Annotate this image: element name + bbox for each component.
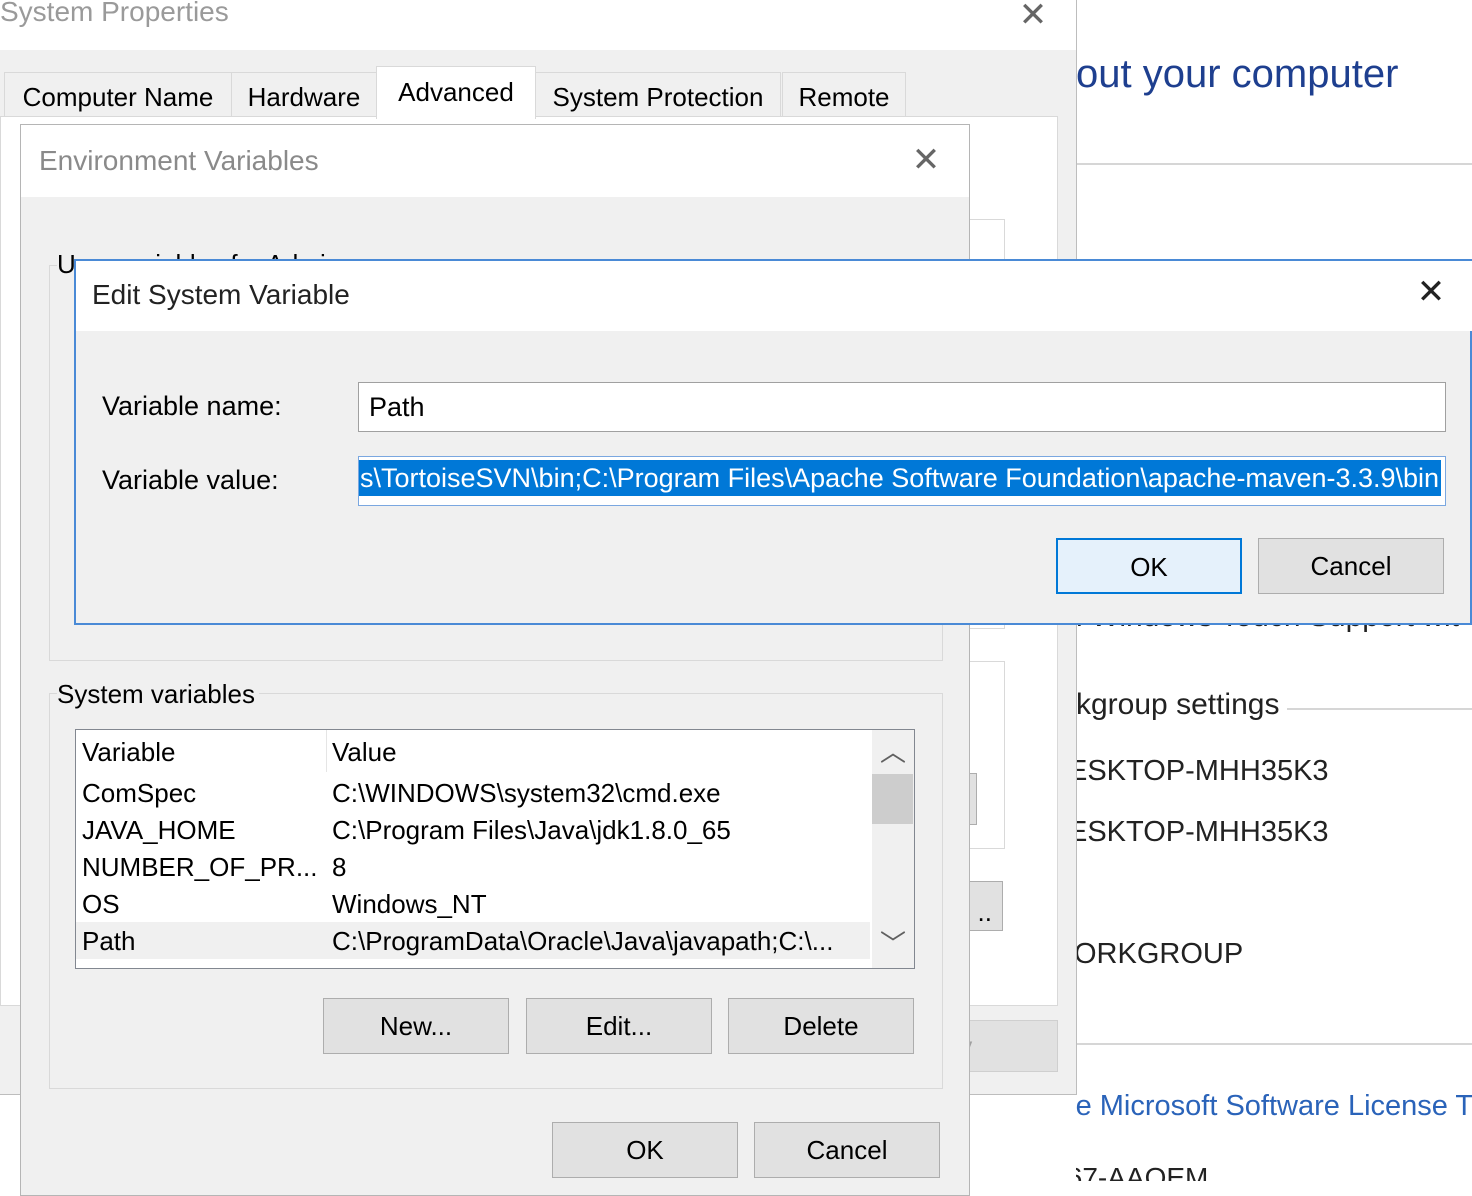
selected-value-text: s\TortoiseSVN\bin;C:\Program Files\Apach…: [359, 460, 1442, 496]
vertical-scrollbar[interactable]: ︿ ﹀: [872, 730, 914, 968]
variable-name-label: Variable name:: [102, 391, 282, 421]
product-id-value: 004-04867-AAOEM: [1076, 1162, 1209, 1181]
workgroup-value: ORKGROUP: [1076, 938, 1244, 970]
title-bar: System Properties ✕: [0, 0, 1076, 50]
dialog-title: Edit System Variable: [92, 279, 350, 310]
variable-value-field[interactable]: s\TortoiseSVN\bin;C:\Program Files\Apach…: [358, 456, 1446, 506]
table-row[interactable]: NUMBER_OF_PR... 8: [76, 848, 870, 885]
scroll-thumb[interactable]: [872, 774, 913, 824]
edit-system-variable-dialog: Edit System Variable ✕ Variable name: Va…: [74, 259, 1472, 625]
license-terms-link[interactable]: Read the Microsoft Software License T: [1076, 1090, 1472, 1123]
variable-name-cell: JAVA_HOME: [82, 815, 236, 845]
scroll-up-icon[interactable]: ︿: [872, 734, 914, 770]
divider: [1076, 163, 1472, 165]
table-row-selected[interactable]: Path C:\ProgramData\Oracle\Java\javapath…: [76, 922, 870, 959]
variable-name-cell: OS: [82, 889, 120, 919]
variable-name-cell: NUMBER_OF_PR...: [82, 852, 318, 882]
cancel-button[interactable]: Cancel: [1258, 538, 1444, 594]
variable-value-cell: 8: [332, 852, 347, 882]
close-icon[interactable]: ✕: [909, 143, 943, 179]
window-title: System Properties: [0, 0, 229, 27]
scroll-down-icon[interactable]: ﹀: [872, 926, 914, 962]
edit-variable-button[interactable]: Edit...: [526, 998, 712, 1054]
table-row[interactable]: ComSpec C:\WINDOWS\system32\cmd.exe: [76, 774, 870, 811]
divider: [1076, 1043, 1472, 1045]
cancel-button[interactable]: Cancel: [754, 1122, 940, 1178]
tab-computer-name[interactable]: Computer Name: [4, 72, 232, 117]
variable-value-cell: Windows_NT: [332, 889, 487, 919]
computer-name-value: ESKTOP-MHH35K3: [1076, 755, 1329, 787]
ok-button[interactable]: OK: [552, 1122, 738, 1178]
variable-name-cell: Path: [82, 926, 136, 956]
title-bar: Edit System Variable ✕: [76, 261, 1472, 331]
variable-value-cell: C:\Program Files\Java\jdk1.8.0_65: [332, 815, 731, 845]
system-variables-list[interactable]: Variable Value ComSpec C:\WINDOWS\system…: [75, 729, 915, 969]
column-header-value[interactable]: Value: [326, 730, 872, 772]
tab-hardware[interactable]: Hardware: [231, 72, 377, 117]
variable-name-field[interactable]: [358, 382, 1446, 432]
close-icon[interactable]: ✕: [1016, 0, 1050, 34]
close-icon[interactable]: ✕: [1414, 275, 1448, 311]
panel-heading: out your computer: [1076, 52, 1399, 96]
variable-name-cell: ComSpec: [82, 778, 197, 808]
variable-value-cell: C:\WINDOWS\system32\cmd.exe: [332, 778, 721, 808]
window-title: Environment Variables: [39, 145, 319, 176]
tab-system-protection[interactable]: System Protection: [535, 72, 781, 117]
ok-button[interactable]: OK: [1056, 538, 1242, 594]
column-header-variable[interactable]: Variable: [76, 730, 326, 772]
variable-value-label: Variable value:: [102, 465, 279, 495]
tab-advanced[interactable]: Advanced: [376, 66, 536, 119]
tab-remote[interactable]: Remote: [782, 72, 906, 117]
variable-value-cell: C:\ProgramData\Oracle\Java\javapath;C:\.…: [332, 926, 834, 956]
new-variable-button[interactable]: New...: [323, 998, 509, 1054]
table-row[interactable]: JAVA_HOME C:\Program Files\Java\jdk1.8.0…: [76, 811, 870, 848]
delete-variable-button[interactable]: Delete: [728, 998, 914, 1054]
workgroup-section-title: kgroup settings: [1076, 688, 1288, 722]
table-row[interactable]: OS Windows_NT: [76, 885, 870, 922]
full-computer-name-value: ESKTOP-MHH35K3: [1076, 816, 1329, 848]
title-bar: Environment Variables ✕: [21, 125, 969, 197]
system-variables-label: System variables: [57, 679, 259, 710]
